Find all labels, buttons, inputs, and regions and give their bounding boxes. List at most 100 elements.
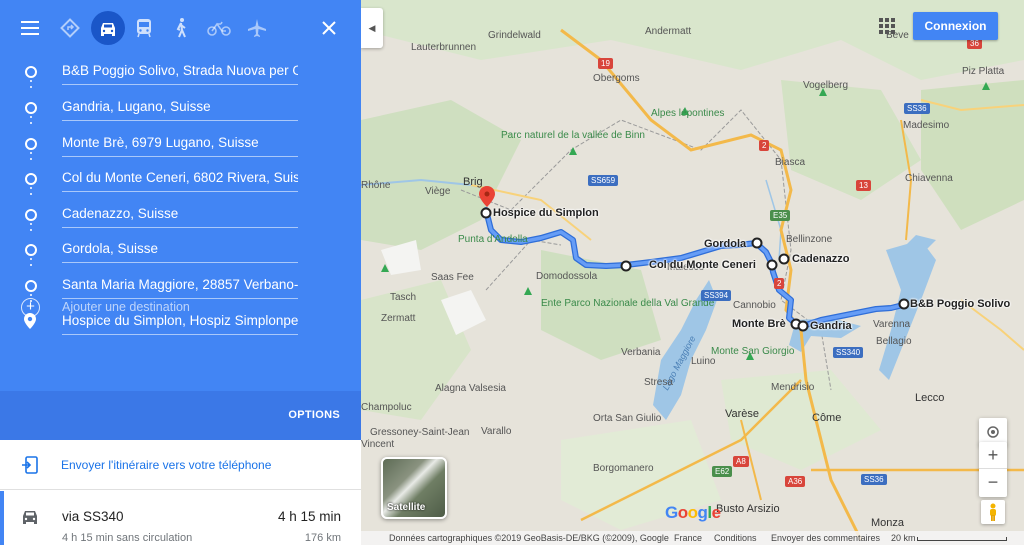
satellite-toggle[interactable]: Satellite: [381, 457, 447, 519]
mode-best-button[interactable]: [54, 12, 86, 44]
map-canvas[interactable]: Lauterbrunnen Grindelwald Andermatt Ober…: [361, 0, 1024, 545]
flight-icon: [248, 19, 266, 37]
waypoint-label[interactable]: Monte Brè: [732, 318, 786, 330]
best-mode-icon: [60, 18, 80, 38]
park-label: Parc naturel de la vallée de Binn: [501, 130, 645, 141]
menu-button[interactable]: [14, 12, 46, 44]
waypoint-row: Cadenazzo, Suisse: [0, 197, 361, 233]
country-link[interactable]: France: [674, 533, 702, 543]
waypoint-label[interactable]: Hospice du Simplon: [493, 207, 599, 219]
options-button[interactable]: OPTIONS: [288, 409, 340, 421]
waypoint-label[interactable]: Gandria: [810, 320, 852, 332]
place-label: Champoluc: [361, 402, 412, 413]
mode-car-button[interactable]: [91, 11, 125, 45]
waypoint-label[interactable]: Cadenazzo: [792, 253, 849, 265]
feedback-link[interactable]: Envoyer des commentaires: [771, 533, 880, 543]
car-icon: [23, 511, 37, 524]
waypoint-label[interactable]: B&B Poggio Solivo: [910, 298, 1010, 310]
waypoint-circle-icon: [25, 102, 37, 114]
close-directions-button[interactable]: [313, 12, 345, 44]
highway-shield: SS394: [701, 290, 732, 301]
place-label: Busto Arsizio: [716, 503, 780, 515]
highway-shield: 2: [774, 278, 785, 289]
route-option[interactable]: via SS340 4 h 15 min 4 h 15 min sans cir…: [0, 491, 361, 545]
waypoint-circle-icon: [25, 244, 37, 256]
place-label: Grindelwald: [488, 30, 541, 41]
waypoint-row: B&B Poggio Solivo, Strada Nuova per Or: [0, 54, 361, 90]
place-label: Orta San Giulio: [593, 413, 662, 424]
scale-label[interactable]: 20 km: [891, 533, 916, 543]
waypoint-row: Gordola, Suisse: [0, 232, 361, 268]
close-icon: [322, 21, 336, 35]
street-view-pegman[interactable]: [981, 500, 1005, 524]
place-label: Viège: [425, 186, 451, 197]
route-distance: 176 km: [304, 532, 341, 544]
place-label: Andermatt: [645, 26, 692, 37]
my-location-icon: [987, 426, 999, 438]
directions-header: B&B Poggio Solivo, Strada Nuova per Or G…: [0, 0, 361, 391]
waypoint-input[interactable]: Col du Monte Ceneri, 6802 Rivera, Suiss: [62, 164, 298, 192]
waypoint-circle-icon: [25, 209, 37, 221]
route-duration: 4 h 15 min: [277, 509, 341, 524]
waypoint-input[interactable]: Gordola, Suisse: [62, 235, 298, 263]
zoom-in-button[interactable]: +: [979, 442, 1007, 469]
place-label: Vincent: [361, 439, 395, 450]
add-destination-row[interactable]: + Ajouter une destination: [0, 290, 361, 326]
waypoint-circle-icon: [25, 138, 37, 150]
zoom-out-button[interactable]: −: [979, 469, 1007, 497]
mountain-label: Monte San Giorgio: [711, 346, 795, 357]
place-label: Chiavenna: [905, 173, 953, 184]
place-label: Vogelberg: [803, 80, 849, 91]
highway-shield: SS340: [833, 347, 864, 358]
highway-shield: A36: [785, 476, 806, 487]
waypoint-input[interactable]: Cadenazzo, Suisse: [62, 200, 298, 228]
mode-walk-button[interactable]: [165, 12, 197, 44]
waypoint-row: Monte Brè, 6979 Lugano, Suisse: [0, 126, 361, 162]
waypoint-input[interactable]: Gandria, Lugano, Suisse: [62, 93, 298, 121]
mode-bike-button[interactable]: [203, 12, 235, 44]
signin-button[interactable]: Connexion: [913, 12, 998, 40]
place-label: Stresa: [644, 377, 673, 388]
apps-grid-icon[interactable]: [879, 18, 895, 34]
place-label: Bellinzone: [786, 234, 833, 245]
park-label: Ente Parco Nazionale della Val Grande: [541, 298, 714, 309]
send-to-phone-row[interactable]: Envoyer l'itinéraire vers votre téléphon…: [0, 440, 361, 490]
waypoint-input[interactable]: Monte Brè, 6979 Lugano, Suisse: [62, 129, 298, 157]
chevron-left-icon: ◀: [368, 22, 376, 33]
highway-shield: SS36: [861, 474, 887, 485]
collapse-panel-button[interactable]: ◀: [361, 8, 383, 48]
waypoint-input[interactable]: B&B Poggio Solivo, Strada Nuova per Or: [62, 57, 298, 85]
highway-shield: A8: [733, 456, 749, 467]
waypoint-circle-icon: [25, 173, 37, 185]
place-label: Lecco: [915, 392, 945, 404]
google-logo: Google: [665, 503, 721, 522]
place-label: Varallo: [481, 426, 512, 437]
plus-circle-icon: +: [21, 298, 40, 317]
send-to-phone-icon: [22, 456, 38, 474]
place-label: Brig: [463, 176, 483, 188]
terms-link[interactable]: Conditions: [714, 533, 757, 543]
highway-shield: 19: [598, 58, 613, 69]
place-label: Domodossola: [536, 271, 598, 282]
highway-shield: 2: [759, 140, 770, 151]
place-label: Borgomanero: [593, 463, 654, 474]
river-label: Rhône: [361, 180, 391, 191]
waypoint-label[interactable]: Gordola: [704, 238, 746, 250]
waypoint-row: Col du Monte Ceneri, 6802 Rivera, Suiss: [0, 161, 361, 197]
place-label: Varenna: [873, 319, 911, 330]
zoom-controls: + −: [979, 442, 1007, 497]
place-label: Madesimo: [903, 120, 950, 131]
highway-shield: 13: [856, 180, 871, 191]
place-label: Côme: [812, 412, 842, 424]
place-label: Verbania: [621, 347, 661, 358]
place-label: Zermatt: [381, 313, 416, 324]
walk-icon: [176, 18, 186, 38]
waypoint-label[interactable]: Col du Monte Ceneri: [649, 259, 756, 271]
mode-transit-button[interactable]: [128, 12, 160, 44]
mode-flight-button[interactable]: [241, 12, 273, 44]
mountain-label: Punta d'Andolla: [458, 234, 528, 245]
place-label: Saas Fee: [431, 272, 474, 283]
scale-bar: [917, 537, 1007, 541]
directions-panel: B&B Poggio Solivo, Strada Nuova per Or G…: [0, 0, 361, 545]
satellite-label: Satellite: [387, 502, 426, 513]
